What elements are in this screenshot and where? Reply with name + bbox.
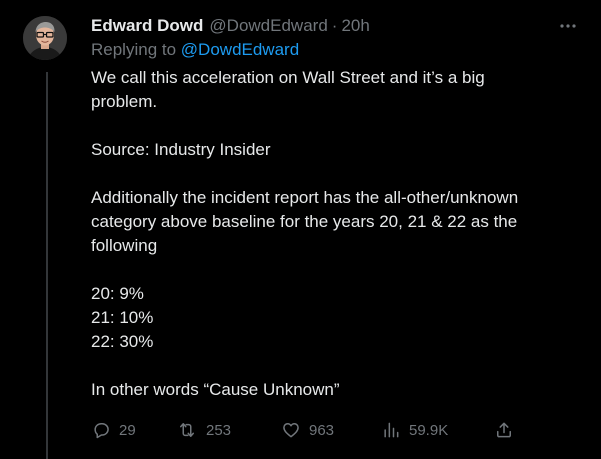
thread-connector-line — [46, 72, 48, 459]
tweet-line: problem. — [91, 92, 158, 111]
tweet-line: Additionally the incident report has the… — [91, 188, 519, 207]
author-display-name[interactable]: Edward Dowd — [91, 16, 203, 36]
replying-to-mention-link[interactable]: @DowdEdward — [181, 40, 299, 59]
like-button[interactable]: 963 — [281, 418, 334, 442]
reply-bubble-icon — [94, 423, 109, 439]
share-button[interactable] — [494, 418, 514, 442]
tweet-line: following — [91, 236, 158, 255]
tweet-paragraph: In other words “Cause Unknown” — [91, 378, 571, 402]
heart-icon — [283, 423, 299, 438]
tweet-header: Edward Dowd @DowdEdward · 20h — [91, 14, 370, 38]
tweet[interactable]: Edward Dowd @DowdEdward · 20h Replying t… — [0, 0, 601, 459]
tweet-paragraph: Additionally the incident report has the… — [91, 186, 571, 258]
share-upload-icon — [497, 422, 511, 438]
tweet-paragraph: We call this acceleration on Wall Street… — [91, 66, 571, 114]
tweet-text: We call this acceleration on Wall Street… — [91, 66, 571, 402]
tweet-line: category above baseline for the years 20… — [91, 212, 518, 231]
tweet-paragraph: Source: Industry Insider — [91, 138, 571, 162]
avatar-photo — [23, 16, 67, 60]
retweet-icon — [180, 423, 194, 437]
separator-dot: · — [331, 16, 338, 35]
replying-to: Replying to @DowdEdward — [91, 40, 299, 60]
tweet-line: 22: 30% — [91, 332, 154, 351]
tweet-line: 21: 10% — [91, 308, 154, 327]
like-count: 963 — [309, 421, 335, 439]
tweet-timestamp[interactable]: 20h — [341, 16, 369, 36]
tweet-actions-bar: 29 253 963 59.9K — [91, 418, 521, 442]
avatar[interactable] — [23, 16, 67, 60]
more-options-button[interactable] — [556, 16, 580, 36]
retweet-count: 253 — [206, 421, 232, 439]
tweet-paragraph: 20: 9% 21: 10% 22: 30% — [91, 282, 571, 354]
reply-button[interactable]: 29 — [91, 418, 136, 442]
views-button[interactable]: 59.9K — [381, 418, 448, 442]
views-count: 59.9K — [409, 421, 449, 439]
more-horizontal-icon — [560, 24, 576, 28]
tweet-line: 20: 9% — [91, 284, 144, 303]
bar-chart-views-icon — [384, 422, 399, 438]
tweet-line: We call this acceleration on Wall Street… — [91, 68, 485, 87]
retweet-button[interactable]: 253 — [176, 418, 231, 442]
tweet-line: In other words “Cause Unknown” — [91, 380, 340, 399]
reply-count: 29 — [119, 421, 136, 439]
replying-to-label: Replying to — [91, 40, 177, 59]
tweet-line: Source: Industry Insider — [91, 140, 271, 159]
author-handle[interactable]: @DowdEdward — [209, 16, 327, 36]
